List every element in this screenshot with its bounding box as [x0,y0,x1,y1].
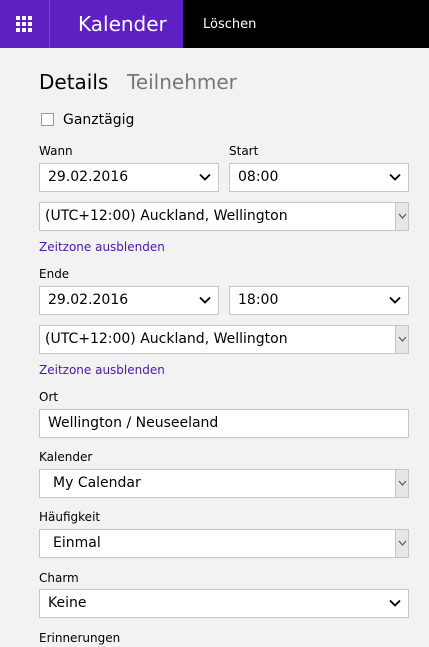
chevron-down-icon [388,590,402,617]
end-timezone-value: (UTC+12:00) Auckland, Wellington [45,331,288,347]
calendar-select[interactable]: My Calendar [39,469,409,498]
delete-button[interactable]: Löschen [203,0,256,48]
hide-end-timezone-link[interactable]: Zeitzone ausblenden [39,362,165,378]
chevron-down-icon [198,287,212,314]
frequency-label: Häufigkeit [39,510,101,524]
dropdown-arrow-icon [395,530,408,557]
location-input[interactable]: Wellington / Neuseeland [39,409,409,438]
location-value: Wellington / Neuseeland [48,415,219,431]
start-timezone-value: (UTC+12:00) Auckland, Wellington [45,208,288,224]
start-time-value: 08:00 [238,169,279,185]
reminders-label: Erinnerungen [39,631,121,645]
chevron-down-icon [198,164,212,191]
end-date-select[interactable]: 29.02.2016 [39,286,219,315]
end-label: Ende [39,267,70,281]
end-time-value: 18:00 [238,292,279,308]
start-date-value: 29.02.2016 [48,169,129,185]
allday-label: Ganztägig [63,112,135,128]
calendar-value: My Calendar [53,475,141,491]
start-date-select[interactable]: 29.02.2016 [39,163,219,192]
chevron-down-icon [388,287,402,314]
dropdown-arrow-icon [395,470,408,497]
allday-checkbox[interactable] [41,113,54,126]
top-bar: Kalender Löschen [0,0,429,48]
dropdown-arrow-icon [395,326,408,353]
start-timezone-select[interactable]: (UTC+12:00) Auckland, Wellington [39,202,409,231]
dropdown-arrow-icon [395,203,408,230]
frequency-value: Einmal [53,535,101,551]
end-date-value: 29.02.2016 [48,292,129,308]
charm-value: Keine [48,595,87,611]
charm-label: Charm [39,571,79,585]
tab-participants[interactable]: Teilnehmer [127,68,237,96]
frequency-select[interactable]: Einmal [39,529,409,558]
waffle-icon [16,16,33,33]
app-launcher-button[interactable] [0,0,50,48]
when-label: Wann [39,144,73,158]
end-time-select[interactable]: 18:00 [229,286,409,315]
location-label: Ort [39,390,59,404]
calendar-label: Kalender [39,450,93,464]
charm-select[interactable]: Keine [39,589,409,618]
tab-details[interactable]: Details [39,68,108,96]
app-title[interactable]: Kalender [50,0,183,48]
hide-start-timezone-link[interactable]: Zeitzone ausblenden [39,239,165,255]
start-time-select[interactable]: 08:00 [229,163,409,192]
end-timezone-select[interactable]: (UTC+12:00) Auckland, Wellington [39,325,409,354]
chevron-down-icon [388,164,402,191]
start-label: Start [229,144,259,158]
